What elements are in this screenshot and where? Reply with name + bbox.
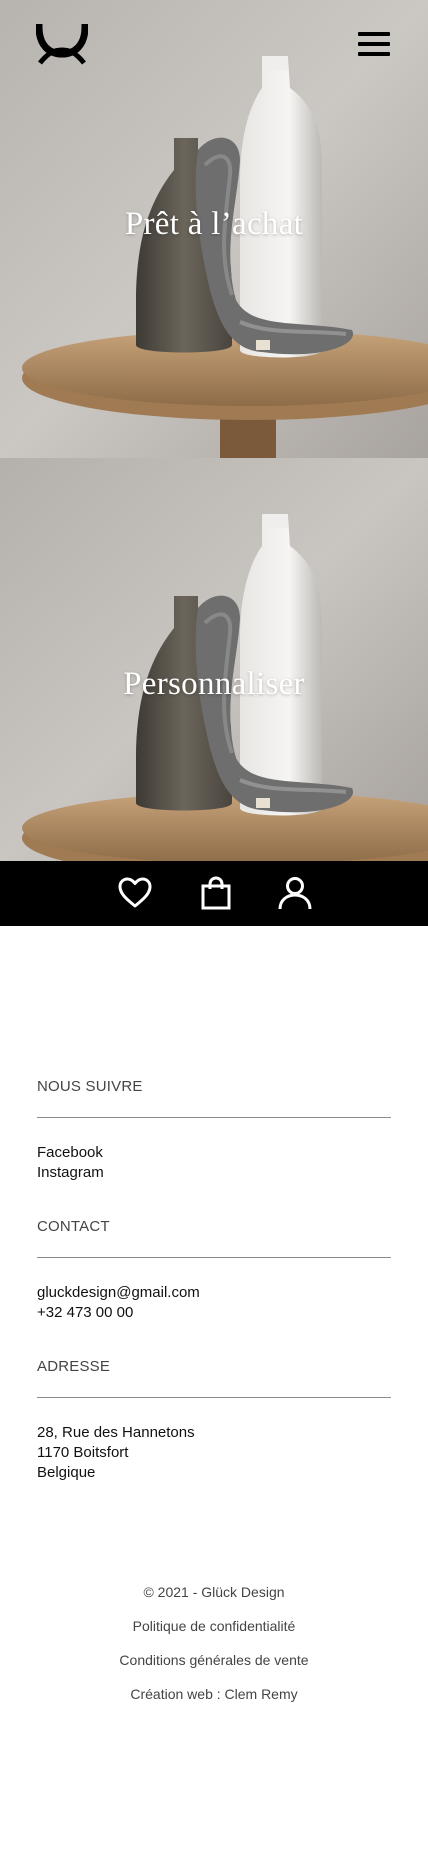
user-icon[interactable] [277, 875, 313, 911]
address-title: ADRESSE [37, 1358, 111, 1375]
hero-image [0, 458, 428, 861]
web-credit-link[interactable]: Création web : Clem Remy [0, 1686, 428, 1702]
hamburger-menu-icon[interactable] [356, 30, 392, 58]
hero-title[interactable]: Prêt à l’achat [0, 206, 428, 243]
follow-title: NOUS SUIVRE [37, 1078, 143, 1095]
address-line: 28, Rue des Hannetons [37, 1424, 195, 1441]
heart-icon[interactable] [117, 875, 153, 911]
hero-ready-to-buy[interactable]: Prêt à l’achat [0, 0, 428, 458]
facebook-link[interactable]: Facebook [37, 1143, 103, 1163]
divider [37, 1257, 391, 1258]
hero-title[interactable]: Personnaliser [0, 666, 428, 703]
glueck-logo-icon[interactable] [36, 24, 88, 66]
phone-link[interactable]: +32 473 00 00 [37, 1303, 133, 1323]
copyright-text: © 2021 - Glück Design [143, 1584, 285, 1600]
contact-title: CONTACT [37, 1218, 110, 1235]
email-link[interactable]: gluckdesign@gmail.com [37, 1283, 200, 1303]
hero-customize[interactable]: Personnaliser [0, 458, 428, 861]
address-line: 1170 Boitsfort [37, 1444, 129, 1461]
address-line: Belgique [37, 1464, 96, 1481]
privacy-policy-link[interactable]: Politique de confidentialité [0, 1618, 428, 1634]
divider [37, 1397, 391, 1398]
divider [37, 1117, 391, 1118]
shopping-bag-icon[interactable] [198, 875, 234, 911]
icon-bar [0, 861, 428, 926]
terms-of-sale-link[interactable]: Conditions générales de vente [0, 1652, 428, 1668]
instagram-link[interactable]: Instagram [37, 1163, 104, 1183]
